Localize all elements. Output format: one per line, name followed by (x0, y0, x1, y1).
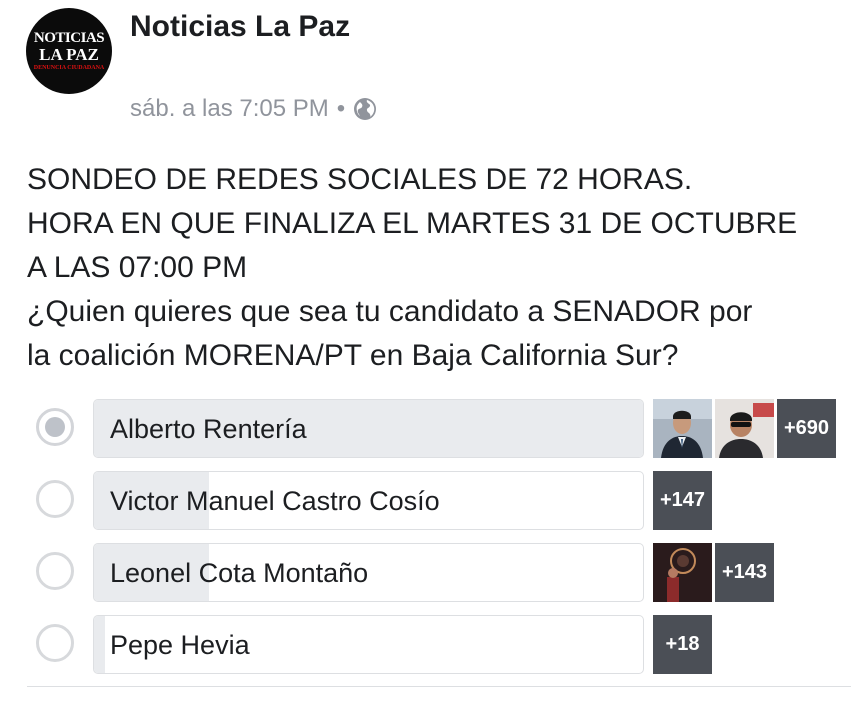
post-text-line: SONDEO DE REDES SOCIALES DE 72 HORAS. (27, 163, 693, 196)
poll-radio[interactable] (36, 480, 74, 518)
voter-avatar[interactable] (653, 543, 712, 602)
post-text-line: la coalición MORENA/PT en Baja Californi… (27, 339, 679, 372)
poll-option[interactable]: Pepe Hevia +18 (0, 615, 851, 675)
voter-count-badge[interactable]: +690 (777, 399, 836, 458)
post-timestamp[interactable]: sáb. a las 7:05 PM (130, 95, 329, 123)
poll-result-fill (94, 616, 105, 673)
voter-count-badge[interactable]: +143 (715, 543, 774, 602)
poll-option-label: Pepe Hevia (110, 630, 250, 660)
voter-count-badge[interactable]: +18 (653, 615, 712, 674)
poll-option-label: Leonel Cota Montaño (110, 558, 369, 588)
poll-option-bar[interactable]: Pepe Hevia (93, 615, 644, 674)
post-text-line: ¿Quien quieres que sea tu candidato a SE… (27, 295, 753, 328)
poll-radio[interactable] (36, 624, 74, 662)
post-divider (27, 686, 851, 687)
globe-icon[interactable] (353, 97, 377, 121)
avatar-text-line2: LA PAZ (39, 44, 99, 64)
voter-avatar[interactable] (715, 399, 774, 458)
post-message: SONDEO DE REDES SOCIALES DE 72 HORAS. HO… (27, 158, 842, 378)
poll-radio[interactable] (36, 552, 74, 590)
poll-option[interactable]: Alberto Rentería +690 (0, 399, 851, 459)
poll-option[interactable]: Victor Manuel Castro Cosío +147 (0, 471, 851, 531)
poll-option-bar[interactable]: Victor Manuel Castro Cosío (93, 471, 644, 530)
poll-option-label: Alberto Rentería (110, 414, 307, 444)
post-meta: sáb. a las 7:05 PM • (130, 95, 377, 123)
page-avatar[interactable]: NOTICIAS LA PAZ DENUNCIA CIUDADANA (26, 8, 112, 94)
post-text-line: HORA EN QUE FINALIZA EL MARTES 31 DE OCT… (27, 207, 798, 240)
poll-option-bar[interactable]: Leonel Cota Montaño (93, 543, 644, 602)
avatar-text-line3: DENUNCIA CIUDADANA (33, 64, 105, 71)
avatar-text-line1: NOTICIAS (33, 29, 105, 46)
poll-radio-selected[interactable] (36, 408, 74, 446)
voter-count-badge[interactable]: +147 (653, 471, 712, 530)
meta-separator: • (336, 95, 346, 122)
poll-option-label: Victor Manuel Castro Cosío (110, 486, 440, 516)
page-name-link[interactable]: Noticias La Paz (130, 10, 350, 44)
voter-avatar[interactable] (653, 399, 712, 458)
post-text-line: A LAS 07:00 PM (27, 251, 248, 284)
poll-option-bar[interactable]: Alberto Rentería (93, 399, 644, 458)
poll-option[interactable]: Leonel Cota Montaño +143 (0, 543, 851, 603)
